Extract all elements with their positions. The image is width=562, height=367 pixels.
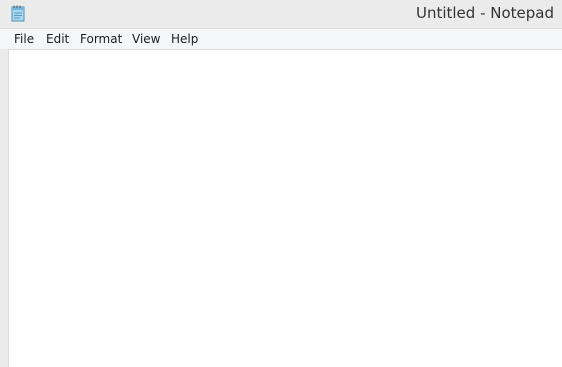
menu-help[interactable]: Help	[171, 32, 198, 46]
menu-format[interactable]: Format	[80, 32, 122, 46]
text-editor-area	[8, 49, 562, 367]
menu-view[interactable]: View	[132, 32, 160, 46]
notepad-window: Untitled - Notepad File Edit Format View…	[0, 0, 562, 367]
menu-file[interactable]: File	[14, 32, 34, 46]
window-title: Untitled - Notepad	[415, 4, 554, 22]
text-editor[interactable]	[9, 50, 562, 367]
title-bar[interactable]: Untitled - Notepad	[0, 0, 562, 28]
notepad-icon[interactable]	[10, 5, 26, 22]
menu-edit[interactable]: Edit	[46, 32, 69, 46]
menu-bar: File Edit Format View Help	[0, 28, 562, 49]
